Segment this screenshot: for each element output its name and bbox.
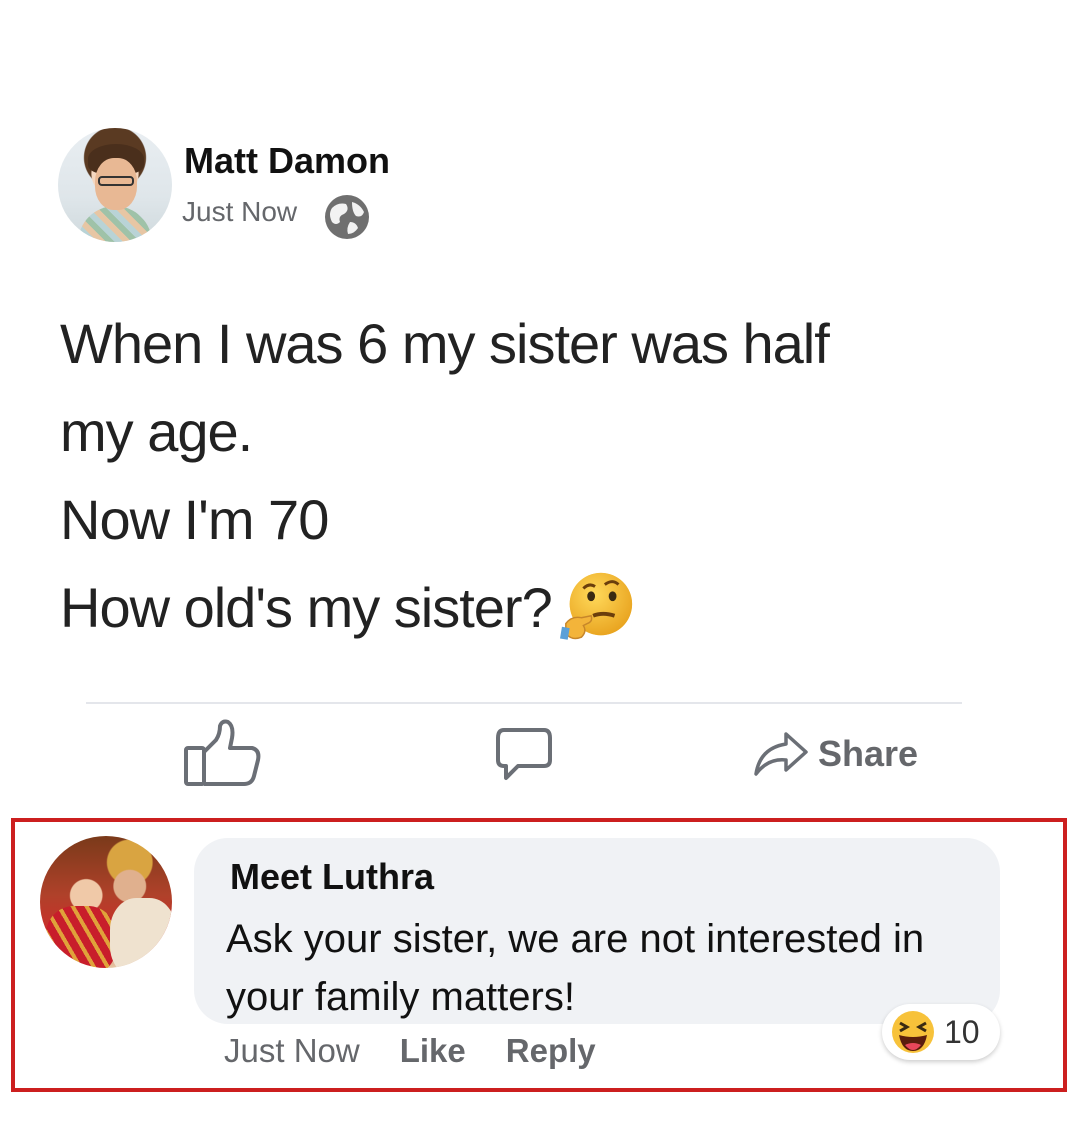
share-button[interactable]: Share — [752, 726, 918, 782]
post-line: my age. — [60, 400, 253, 463]
author-avatar[interactable] — [58, 128, 172, 242]
comment-text: Ask your sister, we are not interested i… — [226, 910, 986, 1026]
comment-timestamp[interactable]: Just Now — [224, 1032, 360, 1070]
comment-reply-link[interactable]: Reply — [506, 1032, 596, 1070]
post-line: When I was 6 my sister was half — [60, 312, 830, 375]
post-timestamp[interactable]: Just Now — [182, 196, 297, 228]
post-line-with-emoji: How old's my sister? — [60, 564, 1020, 652]
comment-line: your family matters! — [226, 975, 575, 1019]
comment-icon[interactable] — [494, 726, 554, 782]
haha-icon — [892, 1011, 934, 1053]
comment-like-link[interactable]: Like — [400, 1032, 466, 1070]
thumbs-up-icon[interactable] — [182, 718, 262, 788]
reaction-summary[interactable]: 10 — [882, 1004, 1000, 1060]
share-label: Share — [818, 733, 919, 774]
commenter-avatar[interactable] — [40, 836, 172, 968]
post-text: When I was 6 my sister was half my age. … — [60, 300, 1020, 652]
commenter-name[interactable]: Meet Luthra — [230, 856, 434, 898]
reaction-count: 10 — [944, 1013, 980, 1050]
action-bar-divider — [86, 702, 962, 704]
post-author-name[interactable]: Matt Damon — [184, 140, 390, 182]
post-line: How old's my sister? — [60, 576, 553, 639]
globe-icon — [325, 195, 369, 239]
share-arrow-icon — [754, 732, 808, 776]
comment-meta: Just Now Like Reply — [224, 1032, 596, 1070]
thinking-face-icon — [559, 573, 632, 640]
facebook-post-screenshot: Matt Damon Just Now When I was 6 my sist… — [0, 0, 1080, 1124]
post-line: Now I'm 70 — [60, 488, 329, 551]
comment-line: Ask your sister, we are not interested i… — [226, 917, 925, 961]
